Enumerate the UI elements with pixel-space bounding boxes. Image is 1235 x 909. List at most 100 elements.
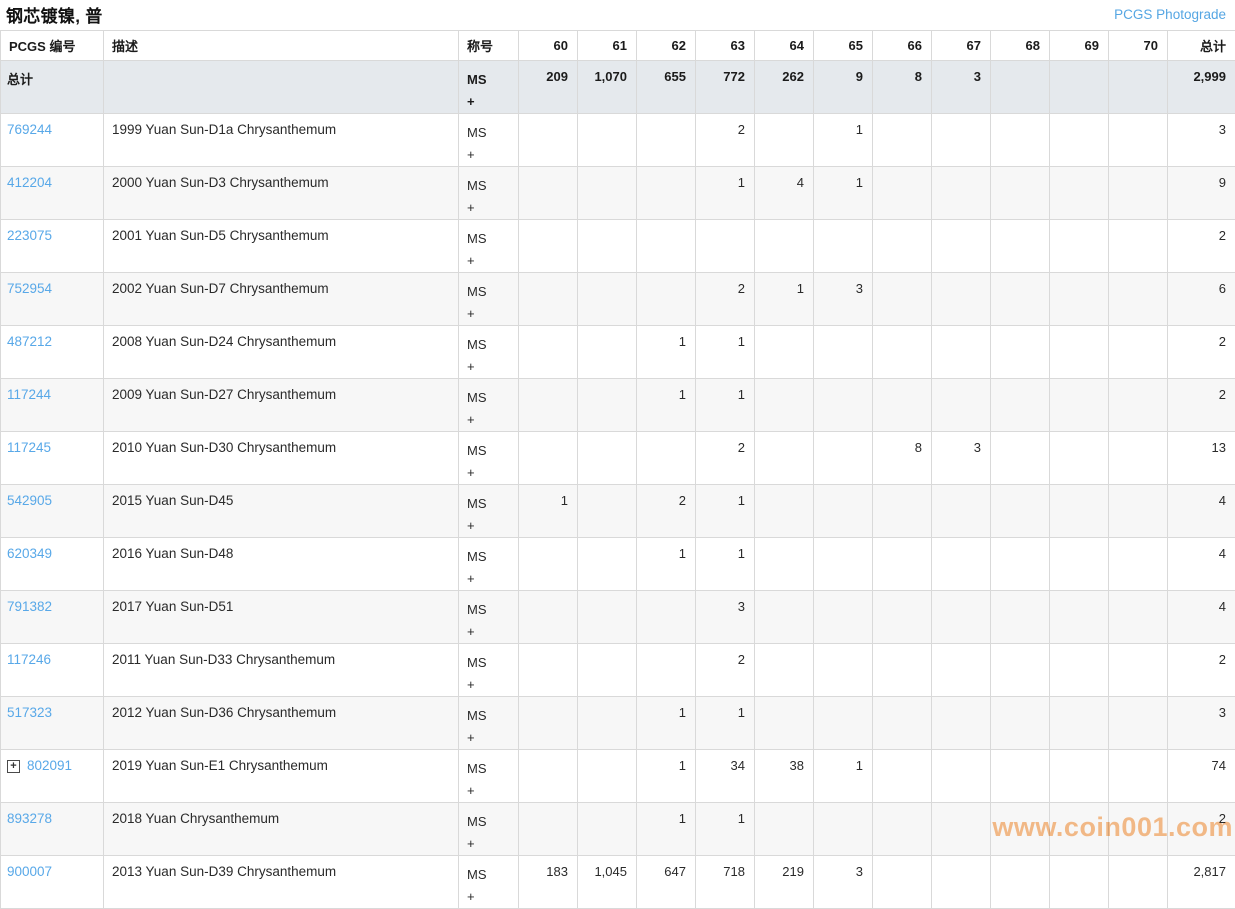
row-total-cell: 6 [1168, 273, 1235, 326]
grade-count-cell [873, 326, 932, 379]
grade-count-cell [1109, 856, 1168, 909]
pcgs-number-cell: 517323 [1, 697, 104, 750]
pcgs-number-link[interactable]: 117246 [7, 652, 51, 667]
grade-count-cell [1050, 750, 1109, 803]
pcgs-number-link[interactable]: 752954 [7, 281, 52, 296]
grade-count-cell [578, 697, 637, 750]
row-total-cell: 2 [1168, 326, 1235, 379]
grade-count-cell: 1 [637, 750, 696, 803]
grade-count-cell [755, 432, 814, 485]
grade-count-cell [1050, 167, 1109, 220]
grade-count-cell [1050, 644, 1109, 697]
row-total-cell: 2 [1168, 644, 1235, 697]
grade-count-cell [932, 697, 991, 750]
grade-count-cell [1050, 538, 1109, 591]
grade-count-cell: 1 [637, 697, 696, 750]
grade-count-cell [1109, 167, 1168, 220]
grade-count-cell [637, 220, 696, 273]
grade-count-cell [932, 803, 991, 856]
grade-count-cell [578, 273, 637, 326]
total-section: 总计 MS + 2091,0706557722629832,999 [1, 61, 1235, 114]
pcgs-number-link[interactable]: 487212 [7, 334, 52, 349]
pcgs-number-link[interactable]: 117245 [7, 440, 51, 455]
grade-count-cell: 8 [873, 432, 932, 485]
pcgs-number-link[interactable]: 900007 [7, 864, 52, 879]
total-row-label: 总计 [1, 61, 104, 114]
total-row-count-cell: 772 [696, 61, 755, 114]
pcgs-number-link[interactable]: 542905 [7, 493, 52, 508]
grade-count-cell [873, 485, 932, 538]
header-grade-62: 62 [637, 31, 696, 61]
pcgs-number-link[interactable]: 223075 [7, 228, 52, 243]
designation-cell: MS + [459, 167, 519, 220]
grade-count-cell [1109, 432, 1168, 485]
grade-count-cell: 2 [696, 644, 755, 697]
grade-count-cell [932, 856, 991, 909]
grade-count-cell [755, 591, 814, 644]
grade-count-cell: 2 [696, 273, 755, 326]
designation-cell: MS + [459, 803, 519, 856]
grade-count-cell: 34 [696, 750, 755, 803]
grade-count-cell [519, 697, 578, 750]
grade-count-cell: 1 [814, 750, 873, 803]
designation-cell: MS + [459, 644, 519, 697]
pcgs-number-link[interactable]: 769244 [7, 122, 52, 137]
total-row-count-cell: 262 [755, 61, 814, 114]
table-row: 8932782018 Yuan ChrysanthemumMS +112 [1, 803, 1235, 856]
grade-count-cell [755, 326, 814, 379]
designation-cell: MS + [459, 856, 519, 909]
grade-count-cell [814, 326, 873, 379]
grade-count-cell [991, 167, 1050, 220]
table-row: 5429052015 Yuan Sun-D45MS +1214 [1, 485, 1235, 538]
pcgs-number-link[interactable]: 412204 [7, 175, 52, 190]
total-row-count-cell: 3 [932, 61, 991, 114]
row-total-cell: 3 [1168, 697, 1235, 750]
grade-count-cell [578, 220, 637, 273]
pcgs-number-link[interactable]: 620349 [7, 546, 52, 561]
grade-count-cell [755, 803, 814, 856]
table-row: 6203492016 Yuan Sun-D48MS +114 [1, 538, 1235, 591]
table-row: 4122042000 Yuan Sun-D3 ChrysanthemumMS +… [1, 167, 1235, 220]
grade-count-cell: 183 [519, 856, 578, 909]
grade-count-cell [637, 432, 696, 485]
grade-count-cell [578, 644, 637, 697]
grade-count-cell: 219 [755, 856, 814, 909]
pcgs-number-link[interactable]: 117244 [7, 387, 51, 402]
grade-count-cell [755, 538, 814, 591]
grade-count-cell [991, 644, 1050, 697]
pcgs-number-link[interactable]: 791382 [7, 599, 52, 614]
row-total-cell: 4 [1168, 591, 1235, 644]
grade-count-cell: 3 [932, 432, 991, 485]
header-grade-63: 63 [696, 31, 755, 61]
grade-count-cell [519, 379, 578, 432]
designation-cell: MS + [459, 432, 519, 485]
pcgs-number-link[interactable]: 517323 [7, 705, 52, 720]
pcgs-number-link[interactable]: 893278 [7, 811, 52, 826]
grade-count-cell [755, 485, 814, 538]
grade-count-cell [814, 220, 873, 273]
table-header: PCGS 编号 描述 称号 6061626364656667686970总计 [1, 31, 1235, 61]
grade-count-cell: 718 [696, 856, 755, 909]
grade-count-cell [1109, 273, 1168, 326]
total-row-count-cell [1109, 61, 1168, 114]
grade-count-cell [519, 591, 578, 644]
row-total-cell: 4 [1168, 538, 1235, 591]
total-row-count-cell [1050, 61, 1109, 114]
grade-count-cell [991, 591, 1050, 644]
description-cell: 2019 Yuan Sun-E1 Chrysanthemum [104, 750, 459, 803]
header-total: 总计 [1168, 31, 1235, 61]
pcgs-number-link[interactable]: 802091 [27, 758, 72, 773]
header-grade-65: 65 [814, 31, 873, 61]
pcgs-number-cell: 769244 [1, 114, 104, 167]
grade-count-cell [637, 167, 696, 220]
photograde-link[interactable]: PCGS Photograde [1114, 7, 1226, 22]
pcgs-number-cell: 900007 [1, 856, 104, 909]
row-total-cell: 2,817 [1168, 856, 1235, 909]
grade-count-cell [578, 750, 637, 803]
expand-plus-icon[interactable]: + [7, 760, 20, 773]
description-cell: 1999 Yuan Sun-D1a Chrysanthemum [104, 114, 459, 167]
description-cell: 2012 Yuan Sun-D36 Chrysanthemum [104, 697, 459, 750]
grade-count-cell [519, 167, 578, 220]
grade-count-cell [991, 379, 1050, 432]
total-row-designation: MS + [459, 61, 519, 114]
